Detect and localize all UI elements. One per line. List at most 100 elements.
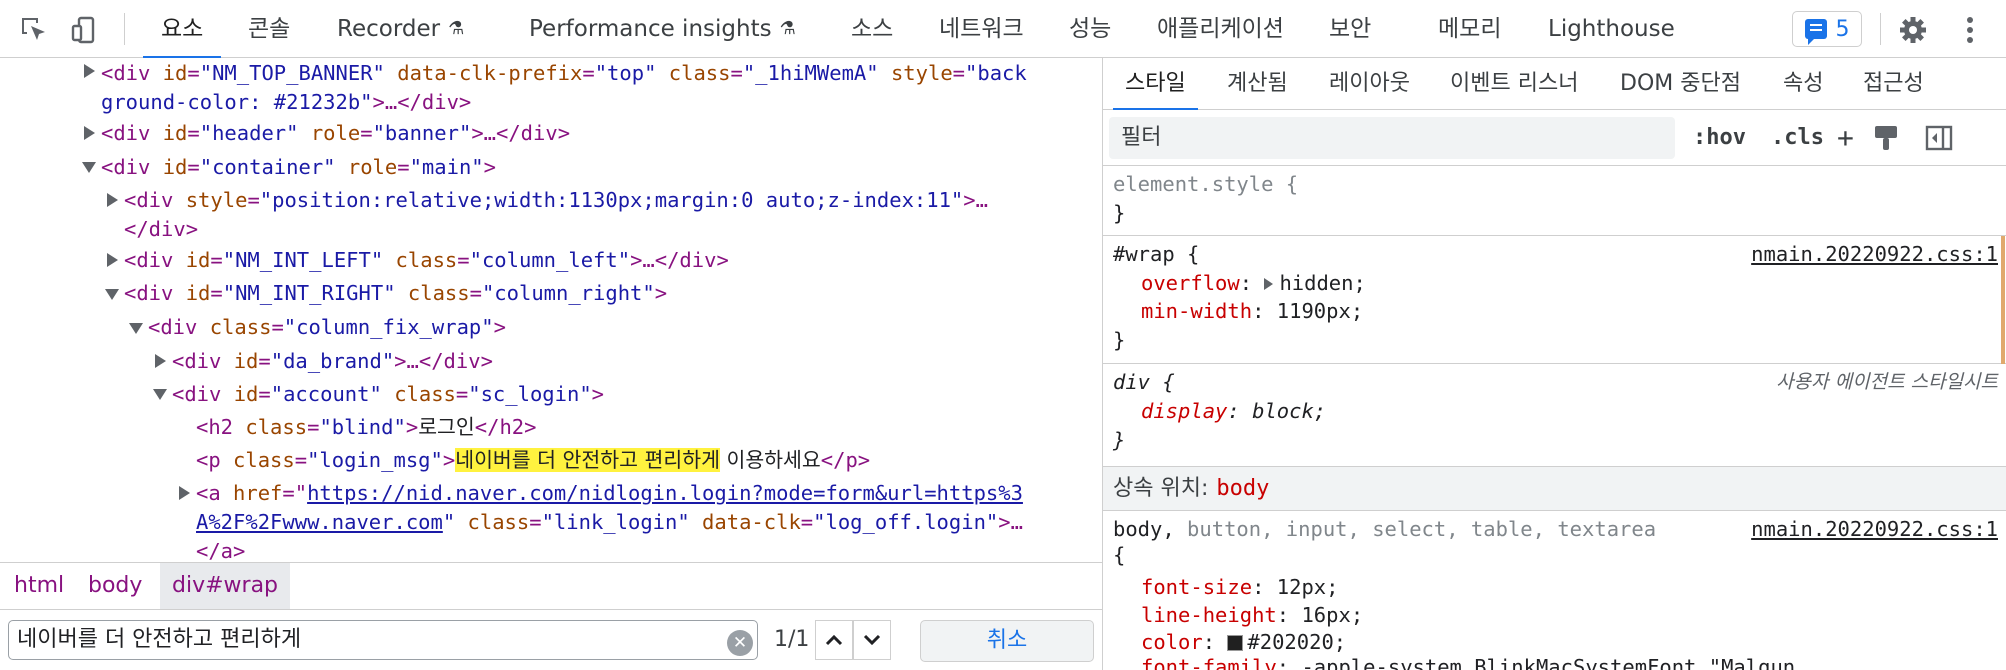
new-style-rule-icon[interactable]: + bbox=[1837, 110, 1854, 166]
expand-arrow-icon[interactable] bbox=[155, 354, 166, 368]
collapse-arrow-icon[interactable] bbox=[82, 162, 96, 173]
inherited-from-header: 상속 위치: body bbox=[1103, 467, 2006, 511]
stylesheet-link[interactable]: nmain.20220922.css:1 bbox=[1751, 240, 1998, 268]
collapse-arrow-icon[interactable] bbox=[129, 323, 143, 334]
next-match-button[interactable] bbox=[853, 620, 891, 660]
cls-toggle-button[interactable]: .cls bbox=[1771, 110, 1824, 166]
expand-arrow-icon[interactable] bbox=[179, 486, 190, 500]
selector-unmatched: button, input, select, table, textarea bbox=[1174, 517, 1657, 541]
dom-node-int-right[interactable]: <div id="NM_INT_RIGHT" class="column_rig… bbox=[124, 277, 667, 309]
attr-name: id bbox=[233, 382, 259, 406]
dom-node-column-fix-wrap[interactable]: <div class="column_fix_wrap"> bbox=[148, 311, 506, 343]
attr-name: id bbox=[162, 155, 188, 179]
tab-performance[interactable]: 성능 bbox=[1069, 0, 1111, 58]
dom-node-login-msg[interactable]: <p class="login_msg">네이버를 더 안전하고 편리하게 이용… bbox=[196, 444, 870, 476]
attr-value: "back bbox=[965, 61, 1027, 85]
tab-network[interactable]: 네트워크 bbox=[939, 0, 1024, 58]
dom-search-input[interactable]: 네이버를 더 안전하고 편리하게 bbox=[8, 620, 758, 660]
breadcrumb-body[interactable]: body bbox=[76, 563, 154, 609]
tab-security[interactable]: 보안 bbox=[1329, 0, 1371, 58]
css-property: font-family bbox=[1141, 655, 1277, 670]
attr-value: "banner" bbox=[372, 121, 472, 145]
expand-arrow-icon[interactable] bbox=[84, 64, 95, 78]
tag-close: </h2> bbox=[474, 415, 537, 439]
collapse-arrow-icon[interactable] bbox=[153, 389, 167, 400]
dom-node-account[interactable]: <div id="account" class="sc_login"> bbox=[172, 378, 604, 410]
tag-close: >…</div> bbox=[372, 90, 472, 114]
tab-dom-breakpoints[interactable]: DOM 중단점 bbox=[1620, 58, 1741, 110]
css-declaration[interactable]: font-size: 12px; bbox=[1141, 573, 1339, 601]
stylesheet-link[interactable]: nmain.20220922.css:1 bbox=[1751, 515, 1998, 543]
tab-elements[interactable]: 요소 bbox=[142, 0, 222, 59]
user-agent-label: 사용자 에이전트 스타일시트 bbox=[1776, 371, 1998, 393]
breadcrumb-html[interactable]: html bbox=[2, 563, 76, 609]
tab-accessibility[interactable]: 접근성 bbox=[1863, 58, 1924, 110]
color-swatch[interactable] bbox=[1227, 635, 1244, 651]
css-declaration[interactable]: line-height: 16px; bbox=[1141, 601, 1363, 629]
tab-properties[interactable]: 속성 bbox=[1783, 58, 1823, 110]
tab-styles[interactable]: 스타일 bbox=[1113, 58, 1198, 111]
hov-toggle-button[interactable]: :hov bbox=[1693, 110, 1746, 166]
tab-sources[interactable]: 소스 bbox=[851, 0, 893, 58]
rendering-emulation-icon[interactable] bbox=[1873, 124, 1899, 156]
toggle-sidebar-icon[interactable] bbox=[1925, 124, 1953, 156]
node-text: 이용하세요 bbox=[719, 448, 821, 472]
search-value: 네이버를 더 안전하고 편리하게 bbox=[17, 627, 302, 652]
attr-name: href bbox=[233, 481, 283, 505]
styles-filter-input[interactable]: 필터 bbox=[1109, 117, 1675, 159]
attr-value: "NM_TOP_BANNER" bbox=[199, 61, 385, 85]
css-declaration[interactable]: min-width: 1190px; bbox=[1141, 297, 1363, 325]
tab-console[interactable]: 콘솔 bbox=[248, 0, 290, 58]
inspect-element-icon[interactable] bbox=[16, 12, 52, 48]
tab-application[interactable]: 애플리케이션 bbox=[1157, 0, 1284, 58]
tab-recorder[interactable]: Recorder ⚗ bbox=[337, 0, 464, 58]
attr-name: id bbox=[233, 349, 259, 373]
cancel-search-button[interactable]: 취소 bbox=[920, 620, 1094, 662]
tab-event-listeners[interactable]: 이벤트 리스너 bbox=[1450, 58, 1578, 110]
expand-arrow-icon[interactable] bbox=[1264, 278, 1274, 290]
chevron-up-icon bbox=[825, 634, 843, 646]
inherited-element-link[interactable]: body bbox=[1216, 476, 1269, 501]
attr-name: class bbox=[668, 61, 731, 85]
dom-node-int-left[interactable]: <div id="NM_INT_LEFT" class="column_left… bbox=[124, 244, 729, 276]
tab-lighthouse[interactable]: Lighthouse bbox=[1548, 0, 1675, 58]
dom-node-da-brand[interactable]: <div id="da_brand">…</div> bbox=[172, 345, 493, 377]
css-declaration[interactable]: overflow: hidden; bbox=[1141, 269, 1366, 297]
rule-selector[interactable]: element.style { bbox=[1113, 170, 1298, 198]
attr-value: "container" bbox=[199, 155, 336, 179]
rule-selector[interactable]: body, button, input, select, table, text… bbox=[1113, 515, 1656, 543]
issues-badge[interactable]: 5 bbox=[1792, 11, 1862, 47]
breadcrumb-div-wrap[interactable]: div#wrap bbox=[160, 563, 291, 609]
selector-text: element.style { bbox=[1113, 172, 1299, 196]
clear-search-icon[interactable]: ✕ bbox=[727, 630, 753, 656]
attr-name: role bbox=[310, 121, 361, 145]
styles-filter-bar: 필터 :hov .cls + bbox=[1103, 110, 2006, 166]
tab-memory[interactable]: 메모리 bbox=[1438, 0, 1501, 58]
css-declaration[interactable]: color: #202020; bbox=[1141, 628, 1346, 656]
kebab-menu-icon[interactable] bbox=[1952, 12, 1988, 48]
dom-node-h2-blind[interactable]: <h2 class="blind">로그인</h2> bbox=[196, 411, 537, 443]
tab-performance-insights[interactable]: Performance insights ⚗ bbox=[529, 0, 796, 58]
gear-icon[interactable] bbox=[1895, 12, 1931, 48]
attr-name: class bbox=[209, 315, 272, 339]
dom-node-top-banner[interactable]: <div id="NM_TOP_BANNER" data-clk-prefix=… bbox=[101, 58, 1027, 89]
previous-match-button[interactable] bbox=[815, 620, 853, 660]
tab-layout[interactable]: 레이아웃 bbox=[1329, 58, 1410, 110]
href-link[interactable]: https://nid.naver.com/nidlogin.login?mod… bbox=[307, 481, 1023, 505]
dom-node-header[interactable]: <div id="header" role="banner">…</div> bbox=[101, 117, 570, 149]
rule-selector[interactable]: #wrap { bbox=[1113, 240, 1199, 268]
tab-computed[interactable]: 계산됨 bbox=[1227, 58, 1288, 110]
collapse-arrow-icon[interactable] bbox=[105, 289, 119, 300]
css-declaration[interactable]: font-family: -apple-system,BlinkMacSyste… bbox=[1141, 653, 1795, 670]
expand-arrow-icon[interactable] bbox=[84, 126, 95, 140]
device-toolbar-icon[interactable] bbox=[66, 12, 102, 48]
expand-arrow-icon[interactable] bbox=[107, 253, 118, 267]
href-link[interactable]: A%2F%2Fwww.naver.com bbox=[196, 510, 443, 534]
tag-close: >…</div> bbox=[394, 349, 493, 373]
dom-node-container[interactable]: <div id="container" role="main"> bbox=[101, 151, 496, 183]
dom-node-positioned-div[interactable]: <div style="position:relative;width:1130… bbox=[124, 184, 988, 216]
tag-name: <div bbox=[101, 61, 163, 85]
dom-node-link-login[interactable]: <a href="https://nid.naver.com/nidlogin.… bbox=[196, 477, 1023, 509]
expand-arrow-icon[interactable] bbox=[107, 193, 118, 207]
css-value: hidden; bbox=[1279, 271, 1366, 295]
